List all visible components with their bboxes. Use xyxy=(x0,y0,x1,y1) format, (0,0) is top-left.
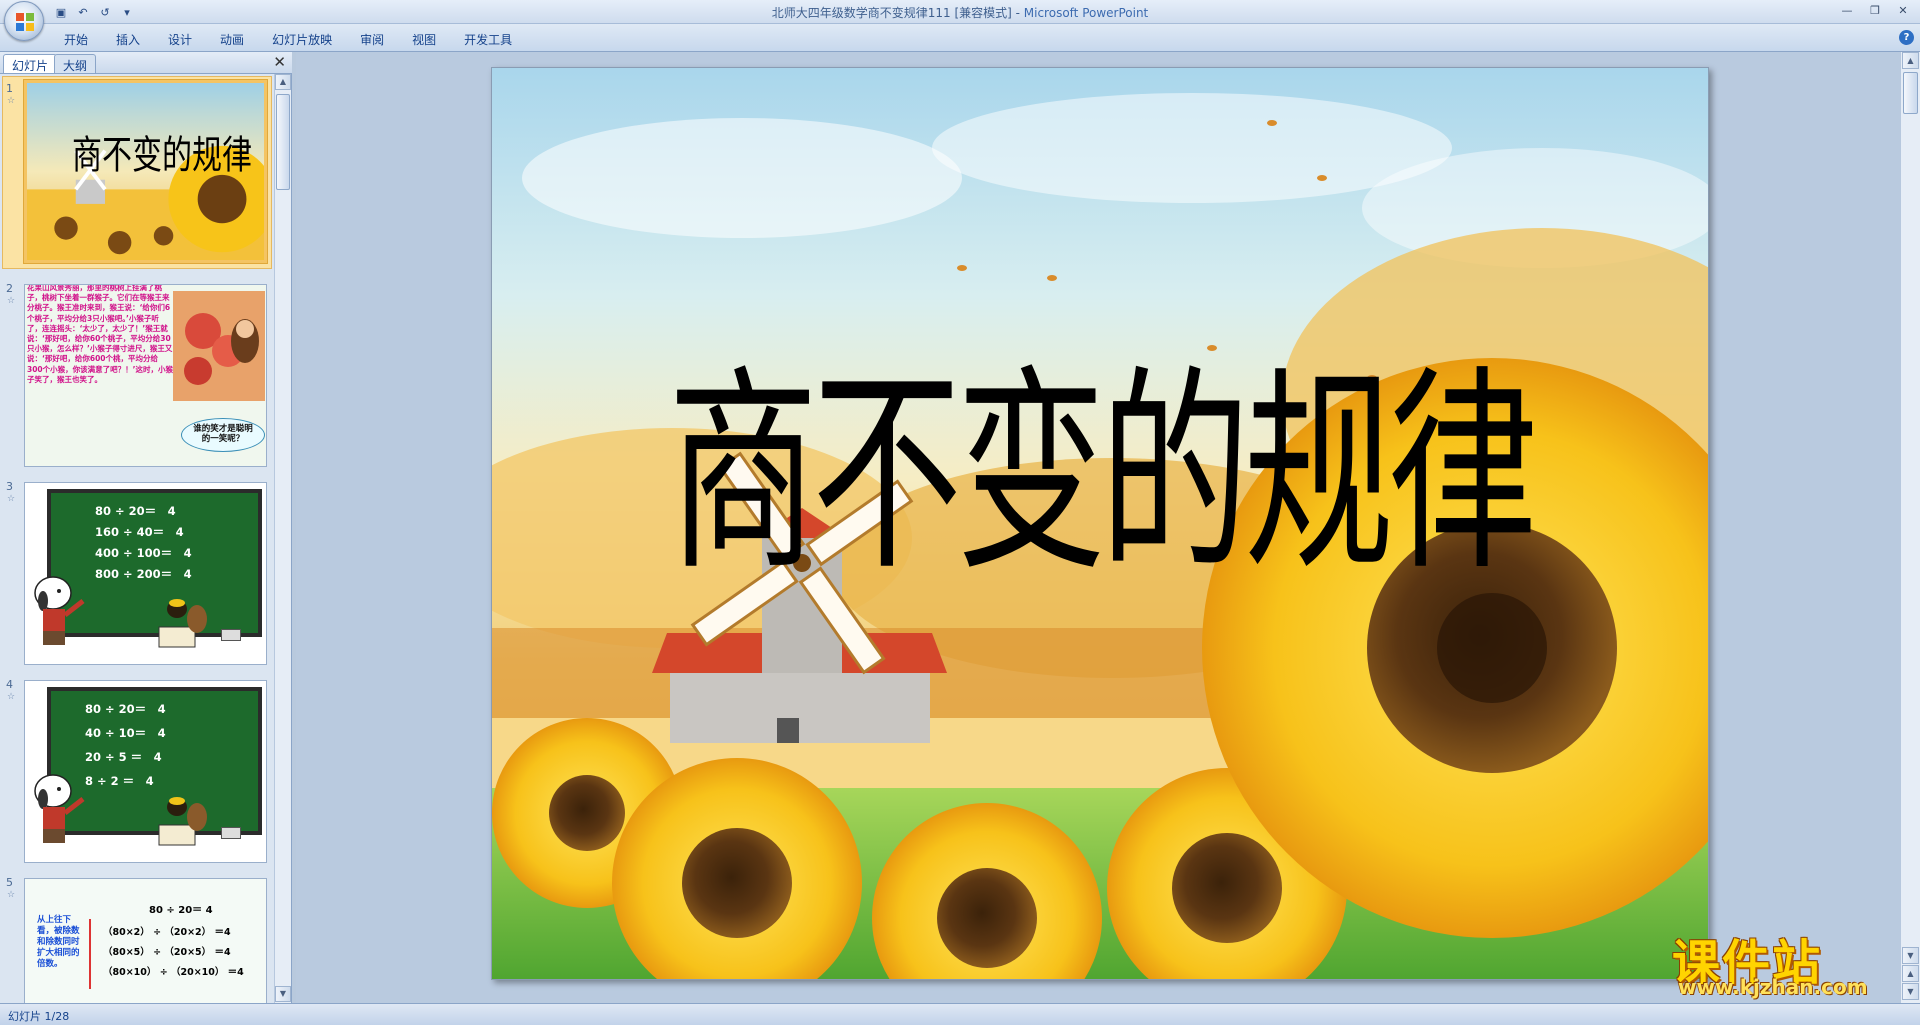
equation-line: 80 ÷ 20＝ 4 xyxy=(85,702,166,716)
animation-star-icon: ☆ xyxy=(7,692,16,702)
scroll-thumb[interactable] xyxy=(1903,72,1918,114)
slide-counter: 幻灯片 1/28 xyxy=(8,1010,70,1023)
board-eraser xyxy=(221,827,241,839)
equation-list: 80 ÷ 20＝ 4 40 ÷ 10＝ 4 20 ÷ 5 ＝ 4 8 ÷ 2 ＝… xyxy=(85,697,166,793)
thumbnail-image: 商不变的规律 xyxy=(24,80,267,263)
tab-developer[interactable]: 开发工具 xyxy=(450,29,526,51)
next-slide-icon[interactable]: ▼ xyxy=(1902,983,1919,1000)
thumbnail-image: 花果山风景秀丽，那里的桃树上挂满了桃子，桃树下坐着一群猴子。它们在等猴王来分桃子… xyxy=(24,284,267,467)
equation-line: 40 ÷ 10＝ 4 xyxy=(85,726,166,740)
animation-star-icon: ☆ xyxy=(7,96,16,106)
slide5-side-note: 从上往下看，被除数和除数同时扩大相同的倍数。 xyxy=(37,915,80,969)
thumbnail-scrollbar[interactable]: ▲ ▼ xyxy=(274,74,291,1003)
equation-line: （80×2） ÷ （20×2） ＝4 xyxy=(103,927,231,938)
ribbon-tabs: 开始 插入 设计 动画 幻灯片放映 审阅 视图 开发工具 xyxy=(50,29,526,51)
scroll-thumb[interactable] xyxy=(276,94,290,190)
equation-line: 80 ÷ 20＝ 4 xyxy=(95,504,176,518)
scroll-down-icon[interactable]: ▼ xyxy=(275,986,291,1002)
slide5-heading: 80 ÷ 20＝ 4 xyxy=(149,905,213,916)
slide-title[interactable]: 商不变的规律 xyxy=(492,298,1708,613)
squirrel-student-image xyxy=(158,599,207,648)
tab-slides[interactable]: 幻灯片 xyxy=(3,54,58,73)
dog-teacher-image xyxy=(34,774,85,843)
thumbnail-list: 1 ☆ 商不变的规律 2 ☆ 花果山风景秀丽，那里的桃树上挂满了桃子，桃树下坐着… xyxy=(0,74,274,1003)
equation-line: 160 ÷ 40＝ 4 xyxy=(95,525,184,539)
window-controls: — ❐ ✕ xyxy=(1834,1,1916,19)
document-title: 北师大四年级数学商不变规律111 [兼容模式] - xyxy=(771,6,1024,20)
office-logo-icon xyxy=(16,13,34,31)
scroll-up-icon[interactable]: ▲ xyxy=(275,74,291,90)
speech-bubble: 谁的笑才是聪明的一笑呢？ xyxy=(181,418,265,452)
squirrel-student-image xyxy=(158,797,207,846)
pane-tabs: 幻灯片 大纲 ✕ xyxy=(0,52,292,74)
animation-star-icon: ☆ xyxy=(7,296,16,306)
editor-scrollbar[interactable]: ▲ ▼ ▲ ▼ xyxy=(1900,52,1920,1003)
equation-line: 20 ÷ 5 ＝ 4 xyxy=(85,750,162,764)
equation-list: 80 ÷ 20＝ 4 160 ÷ 40＝ 4 400 ÷ 100＝ 4 800 … xyxy=(95,501,192,585)
office-button[interactable] xyxy=(4,1,44,41)
equation-line: （80×5） ÷ （20×5） ＝4 xyxy=(103,947,231,958)
tab-design[interactable]: 设计 xyxy=(154,29,206,51)
dog-teacher-image xyxy=(34,576,85,645)
tab-insert[interactable]: 插入 xyxy=(102,29,154,51)
previous-slide-icon[interactable]: ▲ xyxy=(1902,965,1919,982)
close-button[interactable]: ✕ xyxy=(1890,1,1916,19)
pane-close-icon[interactable]: ✕ xyxy=(273,54,286,70)
watermark: 课件站 www.kjzhan.com xyxy=(1668,923,1900,1001)
tab-slideshow[interactable]: 幻灯片放映 xyxy=(258,29,346,51)
slide-number: 5 xyxy=(6,876,13,889)
animation-star-icon: ☆ xyxy=(7,890,16,900)
tab-review[interactable]: 审阅 xyxy=(346,29,398,51)
tab-animations[interactable]: 动画 xyxy=(206,29,258,51)
app-name: Microsoft PowerPoint xyxy=(1023,6,1149,20)
board-eraser xyxy=(221,629,241,641)
status-bar: 幻灯片 1/28 xyxy=(0,1003,1920,1025)
animation-star-icon: ☆ xyxy=(7,494,16,504)
thumbnail-image: 80 ÷ 20＝ 4 160 ÷ 40＝ 4 400 ÷ 100＝ 4 800 … xyxy=(24,482,267,665)
thumbnail-image: 80 ÷ 20＝ 4 40 ÷ 10＝ 4 20 ÷ 5 ＝ 4 8 ÷ 2 ＝… xyxy=(24,680,267,863)
watermark-url: www.kjzhan.com xyxy=(1678,975,1868,999)
restore-button[interactable]: ❐ xyxy=(1862,1,1888,19)
minimize-button[interactable]: — xyxy=(1834,1,1860,19)
story-text: 花果山风景秀丽，那里的桃树上挂满了桃子，桃树下坐着一群猴子。它们在等猴王来分桃子… xyxy=(27,284,173,384)
ribbon: 开始 插入 设计 动画 幻灯片放映 审阅 视图 开发工具 ? xyxy=(0,24,1920,52)
slides-pane: 幻灯片 大纲 ✕ 1 ☆ 商不变的规律 2 ☆ 花果山风景秀丽，那里的桃树上挂满… xyxy=(0,52,292,1003)
scroll-down-icon[interactable]: ▼ xyxy=(1902,947,1919,964)
tab-view[interactable]: 视图 xyxy=(398,29,450,51)
slide-number: 1 xyxy=(6,82,13,95)
title-bar: ▣ ↶ ↺ ▾ 北师大四年级数学商不变规律111 [兼容模式] - Micros… xyxy=(0,0,1920,41)
equation-line: 8 ÷ 2 ＝ 4 xyxy=(85,774,154,788)
thumbnail-image: 80 ÷ 20＝ 4 从上往下看，被除数和除数同时扩大相同的倍数。 （80×2）… xyxy=(24,878,267,1003)
equation-line: 800 ÷ 200＝ 4 xyxy=(95,567,192,581)
thumbnail-title: 商不变的规律 xyxy=(72,133,252,179)
slide-number: 4 xyxy=(6,678,13,691)
help-icon[interactable]: ? xyxy=(1899,30,1914,45)
slide-number: 2 xyxy=(6,282,13,295)
window-title: 北师大四年级数学商不变规律111 [兼容模式] - Microsoft Powe… xyxy=(0,4,1920,21)
down-arrow-line xyxy=(89,919,91,989)
monkeys-image xyxy=(173,291,265,401)
tab-home[interactable]: 开始 xyxy=(50,29,102,51)
scroll-up-icon[interactable]: ▲ xyxy=(1902,52,1919,69)
tab-outline[interactable]: 大纲 xyxy=(54,54,97,73)
equation-line: （80×10） ÷ （20×10） ＝4 xyxy=(103,967,244,978)
equation-line: 400 ÷ 100＝ 4 xyxy=(95,546,192,560)
slide-editor: 商不变的规律 课件站 www.kjzhan.com xyxy=(296,52,1900,1003)
slide-number: 3 xyxy=(6,480,13,493)
equation-list: （80×2） ÷ （20×2） ＝4 （80×5） ÷ （20×5） ＝4 （8… xyxy=(103,923,244,983)
current-slide[interactable]: 商不变的规律 xyxy=(491,67,1709,980)
